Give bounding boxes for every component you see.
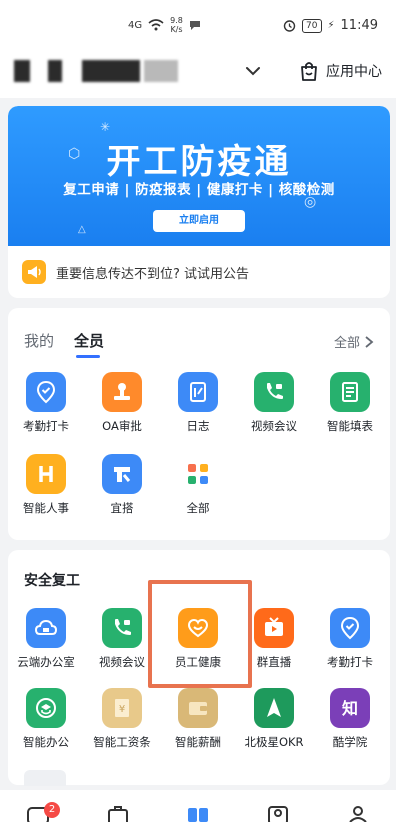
- svg-text:¥: ¥: [119, 704, 125, 715]
- chevron-right-icon: [365, 335, 374, 348]
- tab-mine[interactable]: 我的: [24, 330, 54, 351]
- smart-office-icon: [26, 688, 66, 728]
- workbench-nav-icon[interactable]: [186, 804, 210, 822]
- app-yida[interactable]: 宜搭: [86, 454, 158, 516]
- banner-title: 开工防疫通: [106, 142, 292, 182]
- top-header: 应用中心: [0, 50, 396, 98]
- net-speed: 9.8 K/s: [170, 16, 183, 34]
- yida-icon: [102, 454, 142, 494]
- contacts-nav-icon[interactable]: [266, 804, 290, 822]
- app-smart-salary[interactable]: 智能薪酬: [162, 688, 234, 750]
- zhi-letter-icon: 知: [330, 688, 370, 728]
- section-title: 安全复工: [24, 573, 80, 589]
- banner-subtitle: 复工申请 | 防疫报表 | 健康打卡 | 核酸检测: [63, 182, 335, 198]
- h-letter-icon: [26, 454, 66, 494]
- tab-everyone[interactable]: 全员: [74, 330, 104, 358]
- status-left: 4G 9.8 K/s: [128, 16, 201, 34]
- sparkle-icon: ✳: [100, 120, 111, 134]
- app-smart-form[interactable]: 智能填表: [314, 372, 386, 434]
- app-center-label: 应用中心: [326, 64, 382, 80]
- svg-text:知: 知: [342, 699, 358, 718]
- app-label: 北极星OKR: [244, 735, 304, 749]
- app-label: 日志: [186, 419, 210, 433]
- app-cloud-office[interactable]: 云端办公室: [10, 608, 82, 670]
- app-label: 云端办公室: [17, 655, 75, 669]
- work-nav-icon[interactable]: [106, 804, 130, 822]
- megaphone-icon: [22, 260, 46, 284]
- highlight-box: [148, 580, 252, 688]
- alarm-icon: [283, 20, 296, 32]
- notebook-icon: [178, 372, 218, 412]
- profile-nav-icon[interactable]: [346, 804, 370, 822]
- app-label: 智能薪酬: [175, 735, 221, 749]
- banner-card: ✳ ⬡ ◎ △ 开工防疫通 复工申请 | 防疫报表 | 健康打卡 | 核酸检测 …: [8, 106, 390, 298]
- unread-badge: 2: [44, 802, 60, 818]
- app-label: 考勤打卡: [327, 655, 373, 669]
- apps-card: 我的 全员 全部 考勤打卡 OA审批 日志 视频会议 智能填表 智能人事 宜搭 …: [8, 308, 390, 540]
- app-label: 酷学院: [332, 735, 368, 749]
- apps-tabs: 我的 全员: [24, 330, 104, 358]
- charging-icon: ⚡: [327, 20, 335, 31]
- app-label: 智能工资条: [93, 735, 151, 749]
- app-label: 智能填表: [327, 419, 373, 433]
- app-all[interactable]: 全部: [162, 454, 234, 516]
- video-phone-icon: [102, 608, 142, 648]
- org-name-blurred[interactable]: [14, 56, 178, 86]
- location-pin-icon: [330, 608, 370, 648]
- polaris-icon: [254, 688, 294, 728]
- app-smart-office[interactable]: 智能办公: [10, 688, 82, 750]
- more-chip: [24, 770, 66, 786]
- chevron-down-icon[interactable]: [244, 62, 262, 80]
- app-attendance[interactable]: 考勤打卡: [10, 372, 82, 434]
- payslip-icon: ¥: [102, 688, 142, 728]
- wifi-icon: [148, 19, 164, 31]
- app-smart-payslip[interactable]: ¥ 智能工资条: [86, 688, 158, 750]
- app-label: OA审批: [102, 419, 142, 433]
- app-video-meeting[interactable]: 视频会议: [238, 372, 310, 434]
- app-smart-hr[interactable]: 智能人事: [10, 454, 82, 516]
- live-tv-icon: [254, 608, 294, 648]
- cloud-office-icon: [26, 608, 66, 648]
- app-polaris-okr[interactable]: 北极星OKR: [238, 688, 310, 750]
- app-label: 考勤打卡: [23, 419, 69, 433]
- app-label: 宜搭: [110, 501, 134, 515]
- app-attendance-2[interactable]: 考勤打卡: [314, 608, 386, 670]
- app-label: 全部: [186, 501, 210, 515]
- app-oa-approval[interactable]: OA审批: [86, 372, 158, 434]
- app-log[interactable]: 日志: [162, 372, 234, 434]
- video-phone-icon: [254, 372, 294, 412]
- wallet-icon: [178, 688, 218, 728]
- enable-now-button[interactable]: 立即启用: [153, 210, 245, 232]
- stamp-icon: [102, 372, 142, 412]
- app-label: 视频会议: [251, 419, 297, 433]
- status-right: 70 ⚡ 11:49: [283, 18, 378, 33]
- status-bar: 4G 9.8 K/s 70 ⚡ 11:49: [0, 0, 396, 50]
- notice-text: 重要信息传达不到位? 试试用公告: [56, 266, 250, 282]
- signal-label: 4G: [128, 19, 143, 31]
- battery-level: 70: [302, 18, 322, 33]
- form-icon: [330, 372, 370, 412]
- announcement-tip[interactable]: 重要信息传达不到位? 试试用公告: [22, 260, 249, 284]
- app-cool-academy[interactable]: 知 酷学院: [314, 688, 386, 750]
- app-label: 智能人事: [23, 501, 69, 515]
- app-label: 智能办公: [23, 735, 69, 749]
- all-apps-link[interactable]: 全部: [334, 332, 374, 351]
- message-icon: [189, 21, 200, 30]
- location-pin-icon: [26, 372, 66, 412]
- all-apps-icon: [178, 454, 218, 494]
- app-center-button[interactable]: 应用中心: [298, 60, 382, 82]
- clock: 11:49: [340, 18, 378, 33]
- triangle-icon: △: [78, 224, 86, 235]
- shopping-bag-icon: [301, 62, 317, 81]
- anti-epidemic-banner[interactable]: ✳ ⬡ ◎ △ 开工防疫通 复工申请 | 防疫报表 | 健康打卡 | 核酸检测 …: [8, 106, 390, 246]
